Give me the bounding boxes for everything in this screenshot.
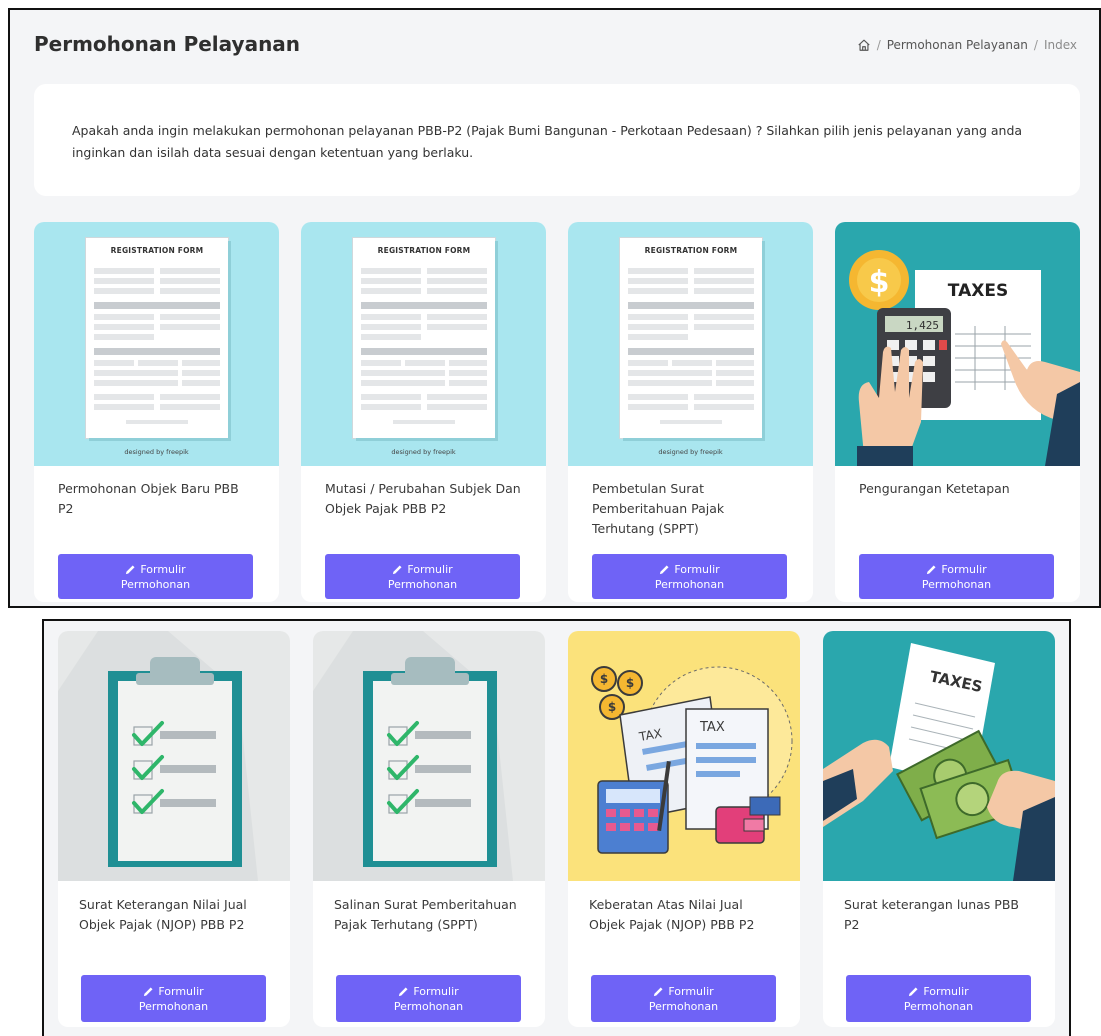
form-request-button[interactable]: Formulir Permohonan (81, 975, 266, 1022)
pencil-icon (126, 564, 135, 574)
checklist-clipboard-illustration (58, 631, 290, 881)
home-icon[interactable] (857, 38, 871, 52)
pencil-icon (927, 564, 936, 574)
form-request-button[interactable]: Formulir Permohonan (325, 554, 520, 599)
svg-text:$: $ (626, 676, 634, 690)
service-card: REGISTRATION FORM designed by freepik Pe… (568, 222, 813, 602)
service-title: Keberatan Atas Nilai Jual Objek Pajak (N… (589, 897, 755, 932)
pencil-icon (909, 986, 918, 996)
service-title: Mutasi / Perubahan Subjek Dan Objek Paja… (325, 481, 521, 516)
service-row-bottom: Surat Keterangan Nilai Jual Objek Pajak … (58, 631, 1055, 1027)
page-title: Permohonan Pelayanan (34, 32, 301, 56)
pencil-icon (654, 986, 663, 996)
service-title: Pembetulan Surat Pemberitahuan Pajak Ter… (592, 481, 725, 536)
service-title: Salinan Surat Pemberitahuan Pajak Terhut… (334, 897, 517, 932)
service-title: Surat Keterangan Nilai Jual Objek Pajak … (79, 897, 247, 932)
registration-form-illustration: REGISTRATION FORM designed by freepik (568, 222, 813, 466)
registration-form-illustration: REGISTRATION FORM designed by freepik (34, 222, 279, 466)
breadcrumb: / Permohonan Pelayanan / Index (857, 38, 1077, 52)
tax-document-label: TAX (699, 720, 725, 735)
form-request-button[interactable]: Formulir Permohonan (58, 554, 253, 599)
service-title: Surat keterangan lunas PBB P2 (844, 897, 1019, 932)
service-card: Salinan Surat Pemberitahuan Pajak Terhut… (313, 631, 545, 1027)
service-card: REGISTRATION FORM designed by freepik Pe… (34, 222, 279, 602)
taxes-money-illustration: TAXES (823, 631, 1055, 881)
intro-text: Apakah anda ingin melakukan permohonan p… (72, 123, 1023, 160)
svg-text:$: $ (608, 700, 616, 714)
page-header: Permohonan Pelayanan / Permohonan Pelaya… (34, 28, 1077, 62)
freepik-credit: designed by freepik (124, 448, 189, 456)
breadcrumb-link-permohonan[interactable]: Permohonan Pelayanan (887, 38, 1028, 52)
service-row-top: REGISTRATION FORM designed by freepik Pe… (34, 222, 1080, 602)
form-lines-graphic (628, 268, 754, 424)
pencil-icon (393, 564, 402, 574)
breadcrumb-separator: / (1033, 38, 1038, 52)
form-request-button[interactable]: Formulir Permohonan (591, 975, 776, 1022)
form-lines-graphic (361, 268, 487, 424)
pencil-icon (399, 986, 408, 996)
breadcrumb-separator: / (876, 38, 881, 52)
pencil-icon (660, 564, 669, 574)
service-card: TAXES Surat keterangan lunas PBB P2 Form… (823, 631, 1055, 1027)
form-request-button[interactable]: Formulir Permohonan (336, 975, 521, 1022)
service-card: REGISTRATION FORM designed by freepik Mu… (301, 222, 546, 602)
registration-form-illustration: REGISTRATION FORM designed by freepik (301, 222, 546, 466)
taxes-calculator-illustration: $ TAXES 1,425 (835, 222, 1080, 466)
top-screenshot-panel: Permohonan Pelayanan / Permohonan Pelaya… (8, 8, 1101, 608)
breadcrumb-current: Index (1043, 38, 1077, 52)
service-card: Surat Keterangan Nilai Jual Objek Pajak … (58, 631, 290, 1027)
freepik-credit: designed by freepik (658, 448, 723, 456)
form-request-button[interactable]: Formulir Permohonan (846, 975, 1031, 1022)
service-title: Permohonan Objek Baru PBB P2 (58, 481, 239, 516)
tax-documents-illustration: $ $ $ TAX TAX (568, 631, 800, 881)
service-card: $ $ $ TAX TAX Keberatan Atas Nilai Jual Ob… (568, 631, 800, 1027)
service-title: Pengurangan Ketetapan (859, 481, 1010, 496)
freepik-credit: designed by freepik (391, 448, 456, 456)
form-lines-graphic (94, 268, 220, 424)
svg-text:$: $ (600, 672, 608, 686)
svg-text:$: $ (869, 265, 890, 300)
form-request-button[interactable]: Formulir Permohonan (859, 554, 1054, 599)
checklist-clipboard-illustration (313, 631, 545, 881)
service-card: $ TAXES 1,425 Pengurangan Ketetapan Form… (835, 222, 1080, 602)
taxes-heading: TAXES (948, 281, 1008, 301)
form-request-button[interactable]: Formulir Permohonan (592, 554, 787, 599)
calculator-display: 1,425 (906, 319, 939, 332)
pencil-icon (144, 986, 153, 996)
intro-card: Apakah anda ingin melakukan permohonan p… (34, 84, 1080, 196)
